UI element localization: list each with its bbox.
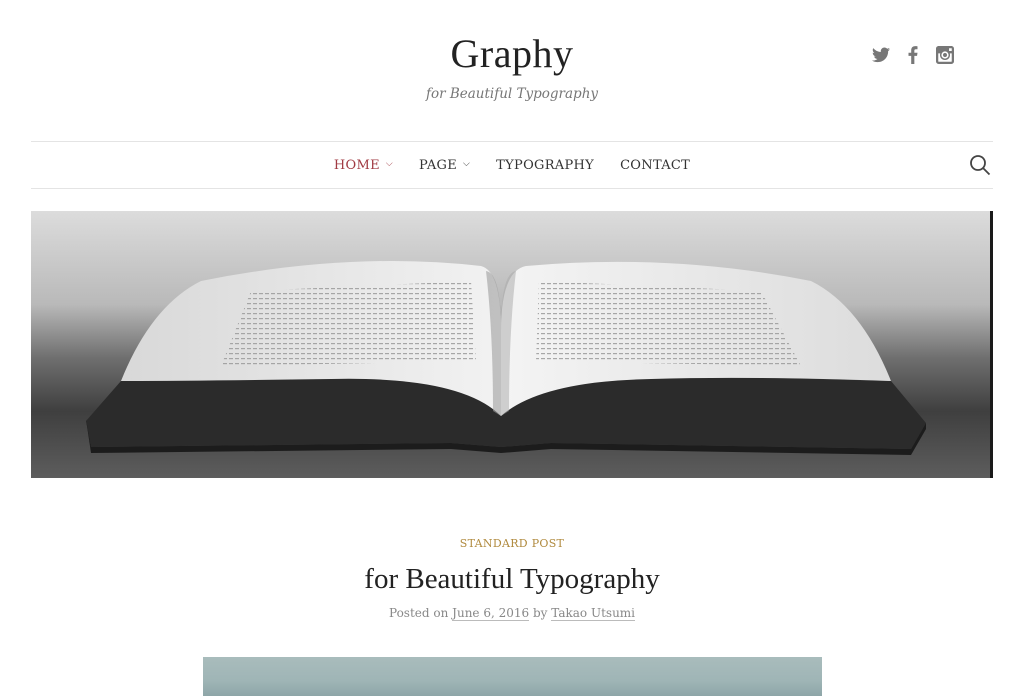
site-header: Graphy for Beautiful Typography [0,0,1024,140]
nav-item-label: PAGE [419,157,458,173]
nav-item-page[interactable]: PAGE ⌵ [419,158,470,173]
post-meta: Posted on June 6, 2016 by Takao Utsumi [0,604,1024,622]
hero-image [31,211,993,478]
social-links [870,44,956,66]
nav-item-label: CONTACT [620,157,691,173]
post-header: STANDARD POST for Beautiful Typography P… [0,536,1024,622]
nav-item-typography[interactable]: TYPOGRAPHY [496,158,594,173]
post-title[interactable]: for Beautiful Typography [0,559,1024,599]
post-date-link[interactable]: June 6, 2016 [452,606,530,621]
post-category[interactable]: STANDARD POST [0,536,1024,552]
search-icon[interactable] [969,154,991,176]
instagram-icon[interactable] [934,44,956,66]
main-navigation: HOME ⌵ PAGE ⌵ TYPOGRAPHY CONTACT [31,141,993,189]
nav-item-label: HOME [333,157,380,173]
chevron-down-icon: ⌵ [385,159,394,169]
hero-edge [990,211,993,478]
facebook-icon[interactable] [902,44,924,66]
nav-item-label: TYPOGRAPHY [496,157,595,173]
post-meta-prefix: Posted on [388,606,449,620]
post-featured-image [203,657,822,696]
nav-menu: HOME ⌵ PAGE ⌵ TYPOGRAPHY CONTACT [31,142,993,188]
nav-item-contact[interactable]: CONTACT [620,158,690,173]
nav-item-home[interactable]: HOME ⌵ [334,158,393,173]
chevron-down-icon: ⌵ [463,159,471,169]
post-meta-by: by [532,606,548,620]
post-author-link[interactable]: Takao Utsumi [551,606,636,621]
twitter-icon[interactable] [870,44,892,66]
site-tagline: for Beautiful Typography [425,86,599,102]
